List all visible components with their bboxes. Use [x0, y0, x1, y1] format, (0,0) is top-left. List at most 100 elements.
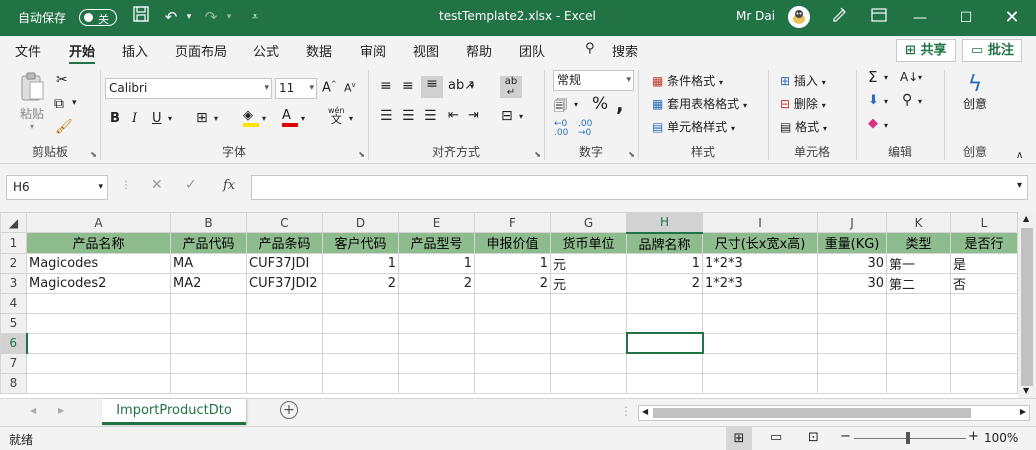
cell[interactable]: 1 [322, 252, 399, 274]
ribbon-display-icon[interactable] [868, 6, 890, 28]
cell[interactable] [550, 352, 627, 374]
percent-icon[interactable]: % [592, 94, 608, 114]
scroll-right-icon[interactable]: ▶ [1020, 407, 1026, 416]
close-icon[interactable]: ✕ [989, 0, 1035, 36]
clear-dropdown-icon[interactable]: ▾ [884, 121, 888, 130]
cell[interactable] [886, 312, 951, 334]
comments-button[interactable]: ▭ 批注 [962, 39, 1022, 62]
cell[interactable]: 2 [322, 272, 399, 294]
cell[interactable] [398, 312, 475, 334]
tab-insert[interactable]: 插入 [122, 41, 148, 60]
row-header[interactable]: 5 [0, 312, 27, 334]
page-layout-view-icon[interactable]: ▭ [770, 430, 782, 445]
column-header[interactable]: L [950, 212, 1018, 233]
cell[interactable] [398, 372, 475, 394]
zoom-level[interactable]: 100% [984, 431, 1018, 445]
autosum-dropdown-icon[interactable]: ▾ [884, 73, 888, 82]
pen-icon[interactable] [828, 6, 850, 28]
cell[interactable]: 否 [950, 272, 1018, 294]
insert-function-icon[interactable]: fx [223, 178, 235, 193]
phonetic-dropdown-icon[interactable]: ▾ [349, 114, 353, 123]
clear-icon[interactable]: ◆ [868, 116, 878, 131]
cell[interactable] [246, 292, 323, 314]
autosave-toggle[interactable]: 关 [79, 9, 117, 26]
cell[interactable] [26, 372, 171, 394]
cell[interactable] [474, 332, 551, 354]
column-header[interactable]: H [626, 212, 703, 234]
cell[interactable] [626, 372, 703, 394]
format-as-table-button[interactable]: ▦ 套用表格格式 ▾ [652, 95, 747, 112]
format-painter-icon[interactable]: 🖌 [55, 119, 73, 135]
cell[interactable]: 品牌名称 [626, 232, 703, 254]
autosum-icon[interactable]: Σ [868, 68, 877, 86]
clipboard-launcher-icon[interactable]: ⬊ [90, 150, 97, 159]
cell[interactable] [702, 352, 818, 374]
cell[interactable] [474, 372, 551, 394]
cell[interactable] [626, 312, 703, 334]
currency-icon[interactable]: 🗐 [554, 97, 567, 119]
underline-dropdown-icon[interactable]: ▾ [168, 114, 172, 123]
cell[interactable]: 30 [817, 272, 887, 294]
tab-data[interactable]: 数据 [306, 41, 332, 60]
border-icon[interactable]: ⊞ [196, 110, 208, 126]
cell[interactable]: 2 [398, 272, 475, 294]
column-header[interactable]: C [246, 212, 323, 233]
avatar[interactable] [788, 6, 810, 28]
cell[interactable]: 2 [474, 272, 551, 294]
cell[interactable]: 货币单位 [550, 232, 627, 254]
cell[interactable]: 1 [626, 252, 703, 274]
row-header[interactable]: 4 [0, 292, 27, 314]
row-header[interactable]: 3 [0, 272, 27, 294]
cell[interactable] [950, 312, 1018, 334]
merge-center-icon[interactable]: ⊟ [501, 108, 513, 124]
cell[interactable] [886, 292, 951, 314]
sort-dropdown-icon[interactable]: ▾ [918, 73, 922, 82]
cell[interactable] [702, 372, 818, 394]
cell[interactable]: 产品代码 [170, 232, 247, 254]
decrease-decimal-icon[interactable]: .00 →0 [578, 120, 592, 138]
decrease-font-icon[interactable]: Av [344, 81, 356, 95]
search-label[interactable]: 搜索 [612, 41, 638, 60]
cell[interactable] [886, 332, 951, 354]
cell[interactable] [474, 292, 551, 314]
zoom-slider[interactable] [854, 438, 966, 439]
expand-formula-icon[interactable]: ▾ [1017, 180, 1022, 191]
cell[interactable] [398, 292, 475, 314]
cell[interactable] [398, 352, 475, 374]
cell[interactable] [322, 292, 399, 314]
increase-decimal-icon[interactable]: ←0.00 [554, 120, 568, 138]
cell[interactable] [817, 312, 887, 334]
cell[interactable] [817, 332, 887, 354]
tab-scroll-right-icon[interactable]: ▶ [58, 406, 64, 415]
cell[interactable] [550, 332, 627, 354]
column-header[interactable]: I [702, 212, 818, 233]
cell[interactable]: 客户代码 [322, 232, 399, 254]
column-header[interactable]: F [474, 212, 551, 233]
scroll-up-icon[interactable]: ▲ [1023, 214, 1029, 223]
create-button[interactable]: ϟ 创意 [960, 72, 990, 111]
cell[interactable] [474, 312, 551, 334]
fill-dropdown-icon[interactable]: ▾ [262, 114, 266, 123]
maximize-icon[interactable]: ☐ [943, 0, 989, 36]
copy-dropdown-icon[interactable]: ▾ [72, 98, 77, 108]
cell[interactable]: 元 [550, 252, 627, 274]
align-left-icon[interactable]: ☰ [380, 108, 393, 124]
cell[interactable] [246, 312, 323, 334]
wrap-text-icon[interactable]: ab ↵ [500, 76, 522, 98]
increase-indent-icon[interactable]: ⇥ [468, 108, 479, 123]
align-top-icon[interactable]: ≡ [380, 78, 392, 94]
tab-split-grip-icon[interactable]: ⋮ [620, 404, 632, 418]
align-bottom-icon[interactable]: ≡ [421, 76, 443, 98]
cell[interactable] [702, 312, 818, 334]
cell[interactable]: 1*2*3 [702, 252, 818, 274]
cell[interactable]: 是 [950, 252, 1018, 274]
scroll-down-icon[interactable]: ▼ [1023, 386, 1029, 395]
name-box[interactable]: H6 ▾ [6, 175, 108, 200]
cell[interactable]: 是否行 [950, 232, 1018, 254]
row-header[interactable]: 1 [0, 232, 27, 254]
cell[interactable]: 30 [817, 252, 887, 274]
delete-cells-button[interactable]: ⊟ 删除 ▾ [780, 95, 826, 112]
cell[interactable] [26, 352, 171, 374]
vertical-scrollbar[interactable]: ▲ ▼ [1018, 212, 1036, 398]
column-header[interactable]: K [886, 212, 951, 233]
